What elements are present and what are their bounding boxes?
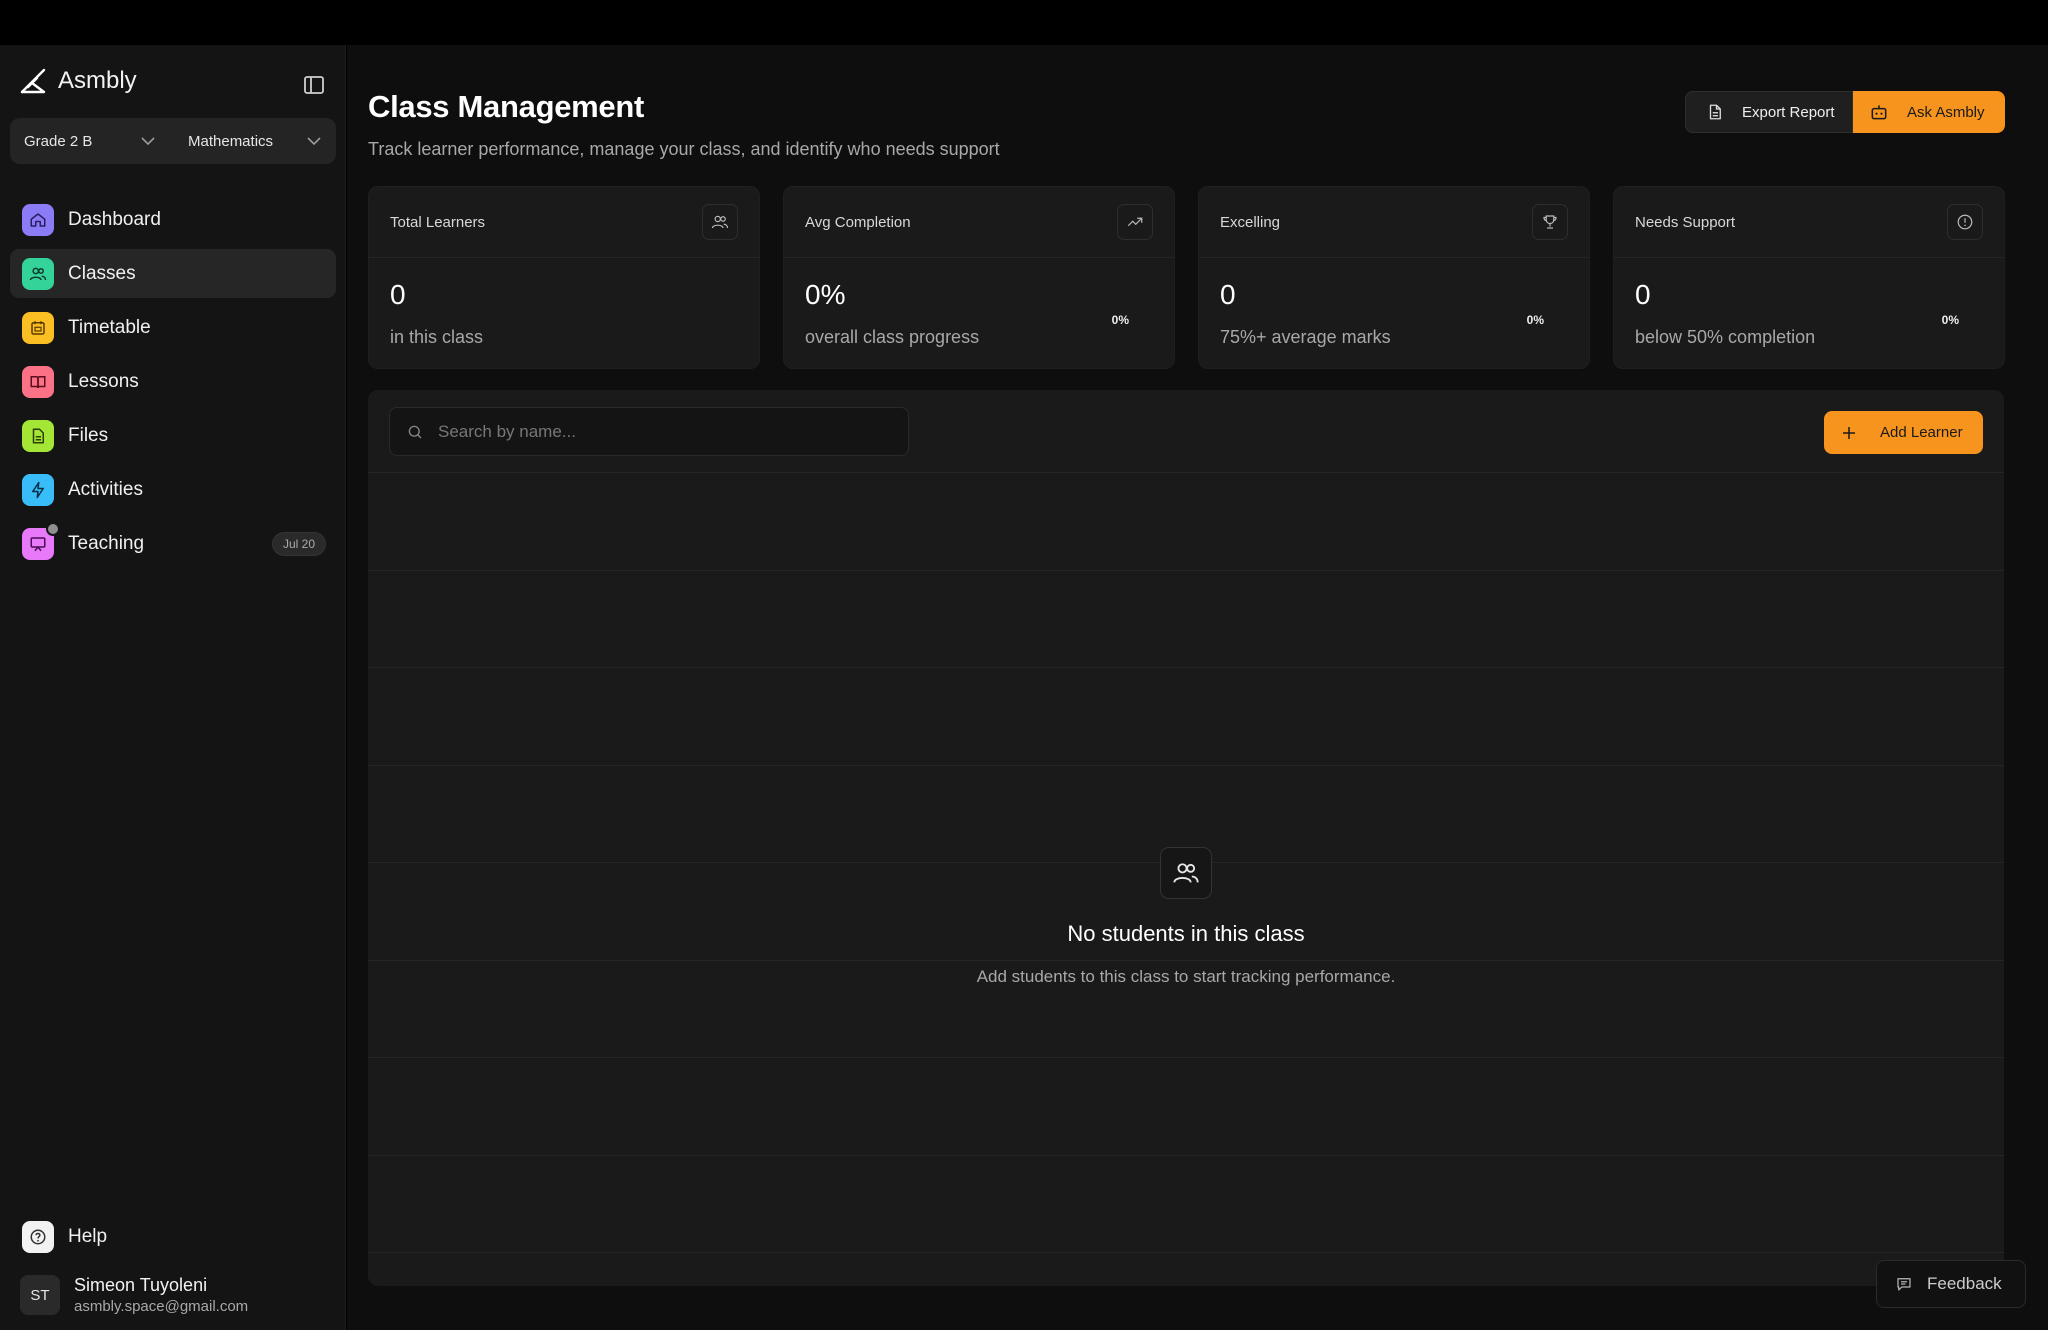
user-email: asmbly.space@gmail.com: [74, 1298, 249, 1315]
sidebar-item-label: Timetable: [68, 316, 151, 338]
stat-card-description: 75%+ average marks: [1220, 327, 1391, 347]
sidebar-item-files[interactable]: Files: [10, 411, 336, 460]
sidebar-item-teaching[interactable]: Teaching Jul 20: [10, 519, 336, 568]
stat-card-percent: 0%: [1111, 313, 1129, 327]
stat-card-title: Excelling: [1220, 213, 1281, 231]
add-learner-button[interactable]: Add Learner: [1824, 411, 1983, 454]
sidebar-item-label: Teaching: [68, 532, 145, 554]
trending-up-icon: [1117, 204, 1153, 240]
sidebar-item-lessons[interactable]: Lessons: [10, 357, 336, 406]
ask-asmbly-label: Ask Asmbly: [1907, 103, 1985, 121]
grade-select-value: Grade 2 B: [24, 132, 93, 150]
stat-card-excelling: Excelling 0 75%+ average marks 0%: [1198, 186, 1590, 369]
bolt-icon: [22, 473, 54, 506]
stat-card-value: 0: [390, 279, 406, 310]
table-row: [368, 569, 2004, 668]
sidebar-item-label: Lessons: [68, 370, 139, 392]
stat-card-value: 0%: [805, 279, 846, 310]
stat-card-value: 0: [1635, 279, 1651, 310]
help-link[interactable]: Help: [22, 1221, 107, 1253]
sidebar-item-label: Classes: [68, 262, 136, 284]
page-title: Class Management: [368, 89, 645, 124]
sidebar-item-activities[interactable]: Activities: [10, 465, 336, 514]
stat-card-title: Avg Completion: [805, 213, 911, 231]
sidebar: Asmbly Grade 2 B Mathematics Dashboard C…: [0, 45, 346, 1330]
stat-card-percent: 0%: [1941, 313, 1959, 327]
users-icon: [22, 257, 54, 290]
stats-cards: Total Learners 0 in this class Avg Compl…: [368, 186, 2005, 369]
trophy-icon: [1532, 204, 1568, 240]
stat-card-title: Total Learners: [390, 213, 486, 231]
main-content: Class Management Track learner performan…: [347, 45, 2048, 1330]
table-row: [368, 1154, 2004, 1253]
file-text-icon: [1709, 104, 1721, 120]
user-profile[interactable]: ST Simeon Tuyoleni asmbly.space@gmail.co…: [20, 1275, 248, 1315]
chevron-down-icon: [141, 137, 155, 146]
empty-state-title: No students in this class: [1067, 921, 1305, 946]
stat-card-description: overall class progress: [805, 327, 980, 347]
feedback-label: Feedback: [1927, 1274, 2002, 1293]
empty-state: No students in this class Add students t…: [368, 847, 2004, 987]
asmbly-logo-icon: [20, 68, 46, 94]
search-input[interactable]: [438, 421, 898, 442]
class-subject-selectors: Grade 2 B Mathematics: [10, 118, 336, 164]
add-learner-label: Add Learner: [1880, 424, 1963, 441]
grade-select[interactable]: Grade 2 B: [10, 118, 170, 164]
stat-card-avg-completion: Avg Completion 0% overall class progress…: [783, 186, 1175, 369]
stat-card-needs-support: Needs Support 0 below 50% completion 0%: [1613, 186, 2005, 369]
stat-card-percent: 0%: [1526, 313, 1544, 327]
message-square-icon: [1897, 1278, 1911, 1291]
stat-card-value: 0: [1220, 279, 1236, 310]
user-name: Simeon Tuyoleni: [74, 1275, 208, 1295]
sidebar-item-classes[interactable]: Classes: [10, 249, 336, 298]
notification-dot: [46, 521, 60, 536]
search-field[interactable]: [389, 407, 909, 456]
sidebar-toggle-icon[interactable]: [302, 73, 326, 97]
search-icon: [408, 425, 422, 438]
empty-state-subtitle: Add students to this class to start trac…: [976, 967, 1396, 986]
ask-asmbly-button[interactable]: Ask Asmbly: [1853, 91, 2005, 133]
subject-select-value: Mathematics: [188, 132, 274, 150]
learners-table-panel: Add Learner No students in this class Ad…: [368, 390, 2004, 1286]
window-top-bar: [0, 0, 2048, 45]
app-name: Asmbly: [58, 67, 137, 94]
export-report-button[interactable]: Export Report: [1685, 91, 1853, 133]
calendar-icon: [22, 311, 54, 344]
sidebar-item-timetable[interactable]: Timetable: [10, 303, 336, 352]
table-row: [368, 1252, 2004, 1330]
file-icon: [22, 419, 54, 452]
page-subtitle: Track learner performance, manage your c…: [368, 139, 1000, 159]
stat-card-description: below 50% completion: [1635, 327, 1816, 347]
sidebar-nav: Dashboard Classes Timetable Lessons File…: [10, 195, 336, 573]
stat-card-description: in this class: [390, 327, 484, 347]
header-actions: Export Report Ask Asmbly: [1685, 91, 2005, 133]
help-circle-icon: [22, 1221, 54, 1253]
avatar: ST: [20, 1275, 60, 1315]
table-row: [368, 472, 2004, 570]
sidebar-item-label: Dashboard: [68, 208, 161, 230]
users-icon: [1160, 847, 1212, 899]
book-icon: [22, 365, 54, 398]
feedback-button[interactable]: Feedback: [1876, 1260, 2026, 1308]
plus-icon: [1843, 426, 1855, 439]
sidebar-item-label: Activities: [68, 478, 143, 500]
table-row: [368, 667, 2004, 765]
alert-circle-icon: [1947, 204, 1983, 240]
date-badge: Jul 20: [271, 532, 326, 556]
sidebar-item-label: Files: [68, 424, 109, 446]
export-report-label: Export Report: [1742, 103, 1835, 121]
brand[interactable]: Asmbly: [20, 67, 137, 95]
bot-icon: [1871, 105, 1887, 120]
users-icon: [702, 204, 738, 240]
table-row: [368, 1057, 2004, 1155]
help-label: Help: [68, 1226, 108, 1247]
home-icon: [22, 203, 54, 236]
subject-select[interactable]: Mathematics: [170, 118, 336, 164]
stat-card-title: Needs Support: [1635, 213, 1736, 231]
presentation-icon: [22, 521, 60, 560]
stat-card-total-learners: Total Learners 0 in this class: [368, 186, 760, 369]
sidebar-item-dashboard[interactable]: Dashboard: [10, 195, 336, 244]
chevron-down-icon: [307, 137, 321, 146]
